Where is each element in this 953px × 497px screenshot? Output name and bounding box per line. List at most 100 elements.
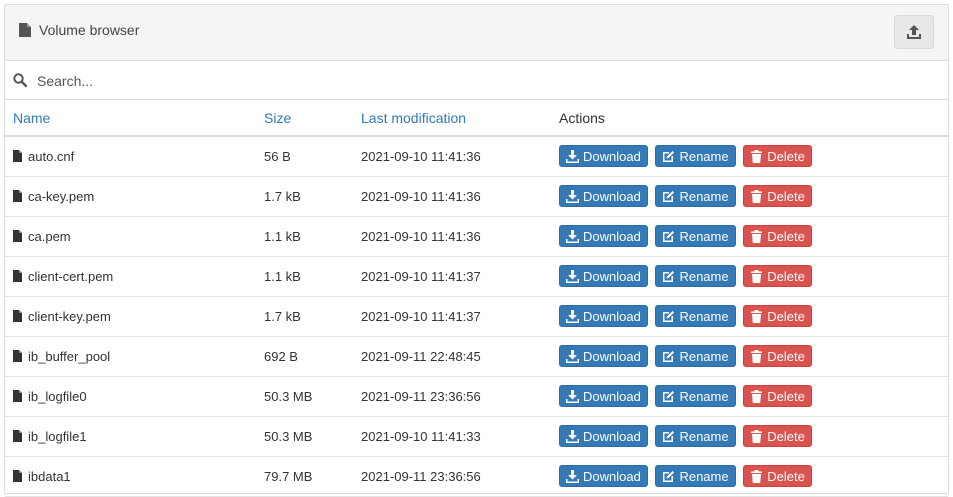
file-modified: 2021-09-10 11:41:36 [353,136,551,177]
trash-icon [751,149,763,163]
file-modified: 2021-09-10 11:41:37 [353,256,551,297]
download-button[interactable]: Download [559,465,648,487]
file-modified: 2021-09-10 11:41:33 [353,416,551,457]
file-name: auto.cnf [28,148,75,164]
download-button[interactable]: Download [559,385,648,407]
trash-icon [751,429,763,443]
download-icon [566,429,579,443]
download-label: Download [583,268,641,284]
download-button[interactable]: Download [559,305,648,327]
download-button[interactable]: Download [559,185,648,207]
download-button[interactable]: Download [559,265,648,287]
trash-icon [751,189,763,203]
edit-icon [663,270,675,282]
file-name: ca.pem [28,228,71,244]
file-name-cell: auto.cnf [5,136,256,177]
rename-button[interactable]: Rename [655,345,736,367]
file-actions: Download Rename Delete [551,176,948,217]
rename-label: Rename [679,308,729,324]
file-icon [13,470,22,482]
search-input[interactable] [35,68,919,94]
file-name-cell: ca.pem [5,216,256,257]
file-name-cell: ib_logfile0 [5,376,256,417]
file-modified: 2021-09-10 11:41:37 [353,296,551,337]
trash-icon [751,349,763,363]
delete-button[interactable]: Delete [743,225,812,247]
column-header-modified[interactable]: Last modification [353,100,551,137]
download-icon [566,309,579,323]
rename-label: Rename [679,148,729,164]
table-header-row: Name Size Last modification Actions [5,100,948,137]
file-actions: Download Rename Delete [551,136,948,177]
file-icon [13,190,22,202]
delete-button[interactable]: Delete [743,265,812,287]
delete-button[interactable]: Delete [743,185,812,207]
download-label: Download [583,468,641,484]
edit-icon [663,390,675,402]
rename-label: Rename [679,268,729,284]
delete-button[interactable]: Delete [743,465,812,487]
file-actions: Download Rename Delete [551,416,948,457]
file-modified: 2021-09-10 11:41:36 [353,176,551,217]
file-actions: Download Rename Delete [551,336,948,377]
delete-button[interactable]: Delete [743,425,812,447]
rename-button[interactable]: Rename [655,185,736,207]
delete-button[interactable]: Delete [743,145,812,168]
trash-icon [751,269,763,283]
file-modified: 2021-09-11 23:36:56 [353,376,551,417]
rename-label: Rename [679,468,729,484]
file-name-cell: client-cert.pem [5,256,256,297]
download-icon [566,189,579,203]
file-name: ib_logfile1 [28,428,87,444]
file-table: Name Size Last modification Actions auto… [5,100,948,497]
rename-label: Rename [679,428,729,444]
file-name: ca-key.pem [28,188,95,204]
download-button[interactable]: Download [559,225,648,247]
rename-button[interactable]: Rename [655,305,736,327]
file-icon [13,270,22,282]
download-label: Download [583,308,641,324]
delete-button[interactable]: Delete [743,385,812,407]
download-icon [566,389,579,403]
trash-icon [751,309,763,323]
column-header-name[interactable]: Name [5,100,256,137]
download-label: Download [583,348,641,364]
download-button[interactable]: Download [559,425,648,447]
file-actions: Download Rename Delete [551,216,948,257]
trash-icon [751,389,763,403]
rename-button[interactable]: Rename [655,425,736,447]
table-row: client-cert.pem 1.1 kB 2021-09-10 11:41:… [5,256,948,297]
file-icon [19,23,31,37]
file-actions: Download Rename Delete [551,296,948,337]
rename-button[interactable]: Rename [655,225,736,247]
file-icon [13,150,22,163]
download-button[interactable]: Download [559,145,648,168]
file-actions: Download Rename Delete [551,256,948,297]
rename-button[interactable]: Rename [655,265,736,287]
table-row: auto.cnf 56 B 2021-09-10 11:41:36 Downlo… [5,136,948,177]
table-row: ca.pem 1.1 kB 2021-09-10 11:41:36 Downlo… [5,216,948,257]
file-size: 1.7 kB [256,176,353,217]
edit-icon [663,310,675,322]
table-row: ib_buffer_pool 692 B 2021-09-11 22:48:45… [5,336,948,377]
download-label: Download [583,188,641,204]
trash-icon [751,229,763,243]
panel-header: Volume browser [5,5,948,61]
file-actions: Download Rename Delete [551,456,948,497]
rename-button[interactable]: Rename [655,145,736,168]
delete-button[interactable]: Delete [743,345,812,367]
edit-icon [663,190,675,202]
download-icon [566,269,579,283]
file-name: client-cert.pem [28,268,114,284]
delete-button[interactable]: Delete [743,305,812,327]
file-name-cell: ib_buffer_pool [5,336,256,377]
rename-label: Rename [679,188,729,204]
file-modified: 2021-09-10 11:41:36 [353,216,551,257]
upload-button[interactable] [894,15,934,49]
download-button[interactable]: Download [559,345,648,367]
rename-button[interactable]: Rename [655,465,736,487]
file-size: 692 B [256,336,353,377]
file-name: ibdata1 [28,468,71,484]
rename-button[interactable]: Rename [655,385,736,407]
column-header-size[interactable]: Size [256,100,353,137]
